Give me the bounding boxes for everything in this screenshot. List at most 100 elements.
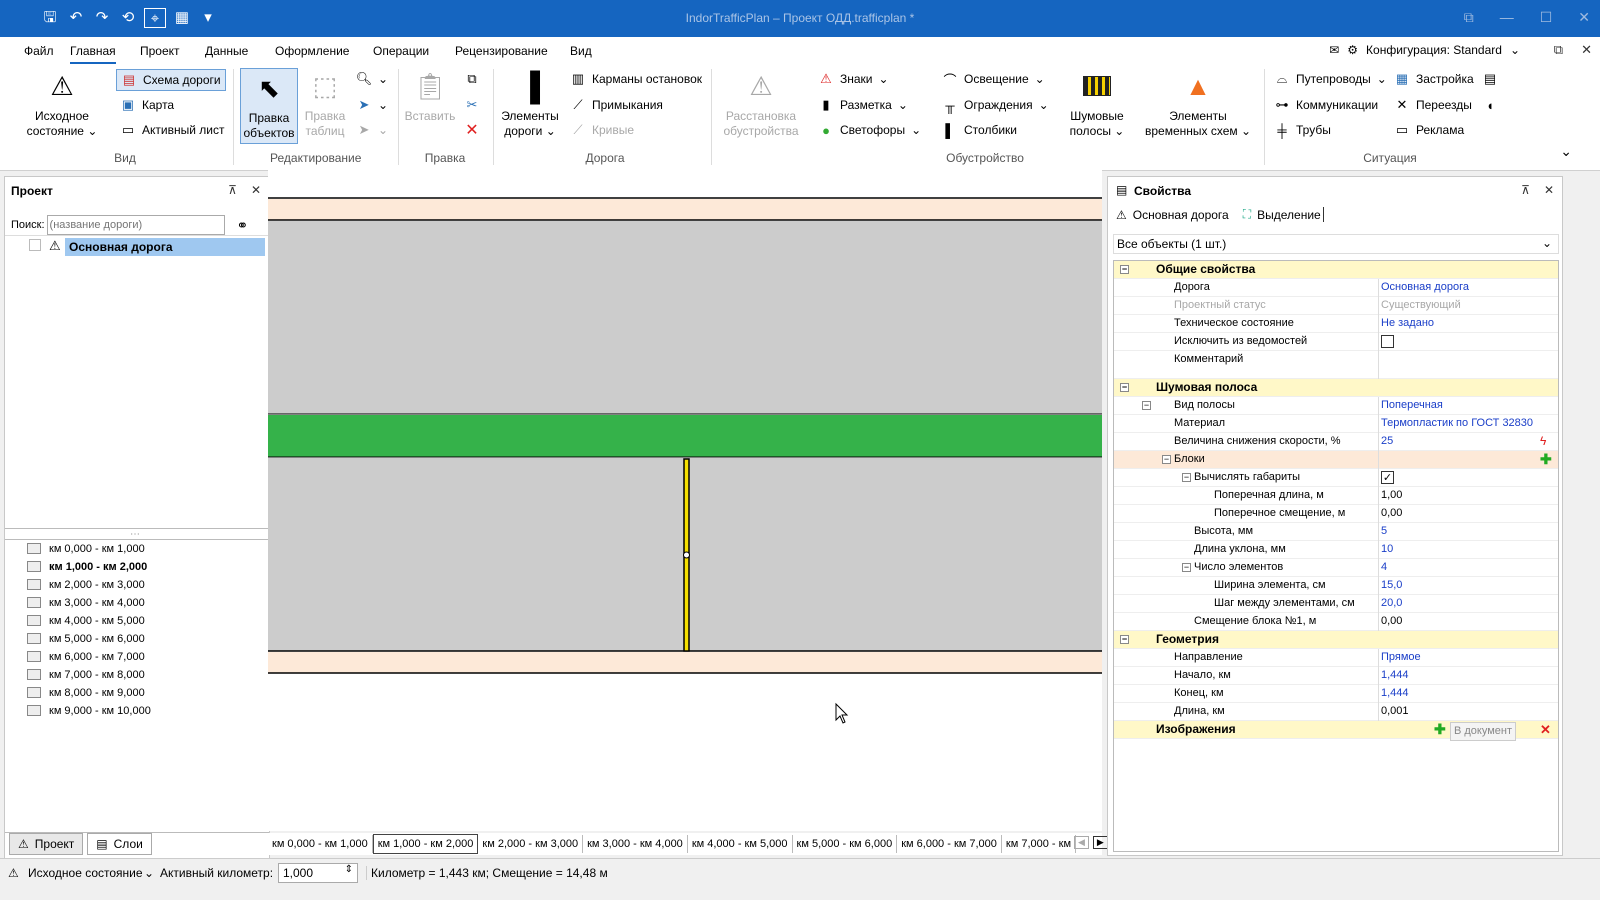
km-list-item[interactable]: км 2,000 - км 3,000 xyxy=(5,576,269,594)
km-tab[interactable]: км 3,000 - км 4,000 xyxy=(583,835,688,853)
fencing-button[interactable]: ╥ Ограждения ⌄ xyxy=(942,97,1048,113)
temp-schemes-button[interactable]: ▲ Элементы временных схем ⌄ xyxy=(1138,69,1258,139)
expander-icon[interactable]: − xyxy=(1182,563,1191,572)
km-list-item[interactable]: км 1,000 - км 2,000 xyxy=(5,558,269,576)
property-row[interactable]: Высота, мм 5 xyxy=(1114,523,1558,541)
menu-view[interactable]: Вид xyxy=(570,44,592,58)
marking-button[interactable]: ▮ Разметка ⌄ xyxy=(818,97,908,113)
km-list-item[interactable]: км 9,000 - км 10,000 xyxy=(5,702,269,720)
property-row[interactable]: Величина снижения скорости, % 25 ϟ xyxy=(1114,433,1558,451)
advertising-button[interactable]: ▭ Реклама xyxy=(1394,122,1464,138)
extra-tool-button[interactable]: ➤ ⌄ xyxy=(356,122,389,138)
extra-situation-button-1[interactable]: ▤ xyxy=(1482,71,1498,87)
property-row[interactable]: Комментарий xyxy=(1114,351,1558,379)
edit-tables-button[interactable]: ⬚ Правка таблиц xyxy=(300,69,350,139)
expander-icon[interactable]: − xyxy=(1120,265,1129,274)
property-row[interactable]: Дорога Основная дорога xyxy=(1114,279,1558,297)
road-elements-button[interactable]: ▐ Элементы дороги ⌄ xyxy=(498,69,562,139)
property-value[interactable]: 25 xyxy=(1378,433,1558,451)
property-row[interactable]: Начало, км 1,444 xyxy=(1114,667,1558,685)
add-icon[interactable]: ✚ xyxy=(1434,721,1446,738)
maximize-icon[interactable]: ☐ xyxy=(1540,9,1553,26)
chevron-down-icon[interactable]: ⌄ xyxy=(144,866,154,880)
add-icon[interactable]: ✚ xyxy=(1540,451,1552,468)
property-row[interactable]: Поперечная длина, м 1,00 xyxy=(1114,487,1558,505)
pin-icon[interactable]: ⊼ xyxy=(1521,183,1530,197)
expander-icon[interactable]: − xyxy=(1162,455,1171,464)
property-value[interactable]: Прямое xyxy=(1378,649,1558,667)
restore-icon[interactable]: ⧉ xyxy=(1464,9,1474,26)
property-value[interactable]: Существующий xyxy=(1378,297,1558,315)
property-row[interactable]: Поперечное смещение, м 0,00 xyxy=(1114,505,1558,523)
paste-button[interactable]: 📋︎ Вставить xyxy=(404,69,456,124)
road-checkbox[interactable] xyxy=(29,239,41,251)
property-row[interactable]: Ширина элемента, см 15,0 xyxy=(1114,577,1558,595)
communications-button[interactable]: ⊶ Коммуникации xyxy=(1274,97,1379,113)
menu-operations[interactable]: Операции xyxy=(373,44,429,58)
property-row[interactable]: Длина уклона, мм 10 xyxy=(1114,541,1558,559)
scroll-right-icon[interactable]: ▶ xyxy=(1092,836,1108,849)
property-row[interactable]: − Вид полосы Поперечная xyxy=(1114,397,1558,415)
km-tab[interactable]: км 5,000 - км 6,000 xyxy=(793,835,898,853)
pin-icon[interactable]: ⊼ xyxy=(228,183,237,197)
configuration-selector[interactable]: ✉ ⚙ Конфигурация: Standard ⌄ xyxy=(1329,43,1520,57)
km-list-item[interactable]: км 6,000 - км 7,000 xyxy=(5,648,269,666)
road-scheme-drawing[interactable] xyxy=(268,169,1102,831)
road-scheme-button[interactable]: ▤ Схема дороги xyxy=(116,69,226,91)
mdi-restore-icon[interactable]: ⧉ xyxy=(1554,42,1563,58)
km-tab[interactable]: км 6,000 - км 7,000 xyxy=(897,835,1002,853)
km-tab[interactable]: км 0,000 - км 1,000 xyxy=(268,835,373,853)
property-category[interactable]: Изображения В документ ✚ ✕ xyxy=(1114,721,1558,741)
overpasses-button[interactable]: ⌓ Путепроводы ⌄ xyxy=(1274,71,1387,87)
property-value[interactable]: Термопластик по ГОСТ 32830 xyxy=(1378,415,1558,433)
status-state[interactable]: Исходное состояние xyxy=(28,866,143,880)
tab-layers[interactable]: ▤ Слои xyxy=(87,833,152,855)
property-row[interactable]: − Число элементов 4 xyxy=(1114,559,1558,577)
mail-icon[interactable]: ✉ xyxy=(1329,43,1339,57)
binoculars-icon[interactable]: ⚭ xyxy=(237,217,249,234)
property-row[interactable]: Шаг между элементами, см 20,0 xyxy=(1114,595,1558,613)
property-category[interactable]: − Геометрия xyxy=(1114,631,1558,649)
active-sheet-button[interactable]: ▭ Активный лист xyxy=(120,122,225,138)
junctions-button[interactable]: ⟋ Примыкания xyxy=(570,97,662,113)
initial-state-button[interactable]: ⚠ Исходное состояние ⌄ xyxy=(20,69,104,139)
road-scheme-canvas[interactable] xyxy=(268,169,1102,831)
node-tool-button[interactable]: ➤ ⌄ xyxy=(356,97,389,113)
property-value[interactable] xyxy=(1378,351,1558,379)
property-value[interactable]: 15,0 xyxy=(1378,577,1558,595)
map-button[interactable]: ▣ Карта xyxy=(120,97,174,113)
property-category[interactable]: − Общие свойства xyxy=(1114,261,1558,279)
menu-data[interactable]: Данные xyxy=(205,44,248,58)
menu-file[interactable]: Файл xyxy=(24,44,54,58)
bus-stops-button[interactable]: ▥ Карманы остановок xyxy=(570,71,702,87)
tab-project[interactable]: ⚠ Проект xyxy=(9,833,84,855)
property-value[interactable]: 0,001 xyxy=(1378,703,1558,721)
signs-button[interactable]: ⚠ Знаки ⌄ xyxy=(818,71,888,87)
lighting-button[interactable]: ⌒ Освещение ⌄ xyxy=(942,71,1044,88)
km-tab[interactable]: км 2,000 - км 3,000 xyxy=(478,835,584,853)
property-value[interactable]: ✓ xyxy=(1378,469,1558,487)
property-category[interactable]: − Шумовая полоса xyxy=(1114,379,1558,397)
property-row[interactable]: − Вычислять габариты ✓ xyxy=(1114,469,1558,487)
expander-icon[interactable]: − xyxy=(1120,635,1129,644)
to-document-button[interactable]: В документ xyxy=(1450,722,1517,741)
property-value[interactable] xyxy=(1378,333,1558,351)
zoom-tool-button[interactable]: 🔍︎ ⌄ xyxy=(356,71,388,87)
property-row[interactable]: Техническое состояние Не задано xyxy=(1114,315,1558,333)
minimize-icon[interactable]: — xyxy=(1500,9,1514,26)
property-value[interactable]: Основная дорога xyxy=(1378,279,1558,297)
menu-project[interactable]: Проект xyxy=(140,44,180,58)
property-row[interactable]: Направление Прямое xyxy=(1114,649,1558,667)
property-row[interactable]: Конец, км 1,444 xyxy=(1114,685,1558,703)
property-value[interactable]: 1,444 xyxy=(1378,667,1558,685)
menu-home[interactable]: Главная xyxy=(70,44,116,64)
mdi-close-icon[interactable]: ✕ xyxy=(1581,42,1592,58)
curves-button[interactable]: ⟋ Кривые xyxy=(570,122,634,138)
km-tab[interactable]: км 1,000 - км 2,000 xyxy=(372,834,479,854)
menu-design[interactable]: Оформление xyxy=(275,44,349,58)
property-value[interactable]: 5 xyxy=(1378,523,1558,541)
collapse-ribbon-icon[interactable]: ⌄ xyxy=(1560,143,1572,160)
km-list-item[interactable]: км 7,000 - км 8,000 xyxy=(5,666,269,684)
property-checkbox[interactable] xyxy=(1381,335,1394,348)
property-row[interactable]: Проектный статус Существующий xyxy=(1114,297,1558,315)
